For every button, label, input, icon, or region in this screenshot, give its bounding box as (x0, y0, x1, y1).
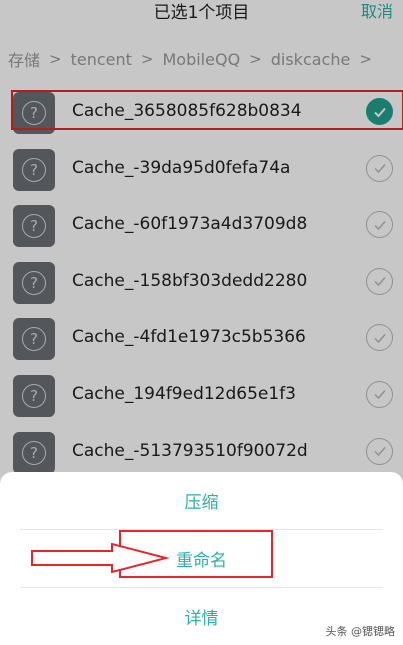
watermark: 头条 @锶锶略 (325, 625, 396, 638)
annotation-arrow-icon (31, 543, 170, 573)
compress-button[interactable]: 压缩 (0, 472, 403, 529)
